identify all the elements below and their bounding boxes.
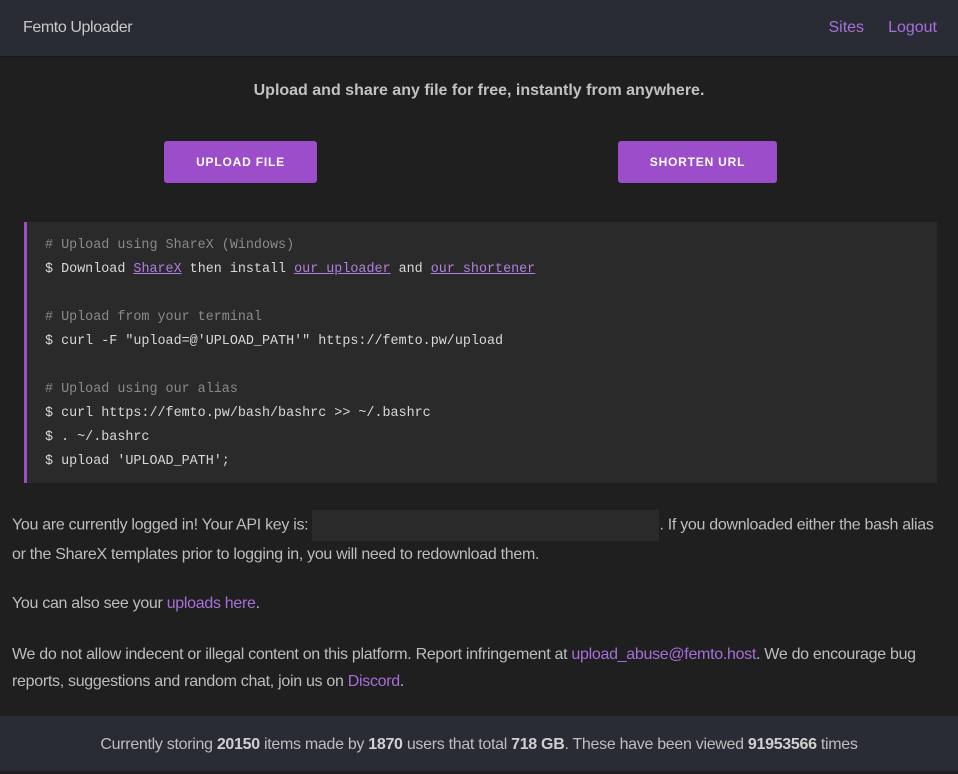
code-line: $ Download ShareX then install our uploa… <box>45 258 937 282</box>
text: You can also see your <box>12 595 167 612</box>
api-key-redacted <box>312 510 660 541</box>
sharex-link[interactable]: ShareX <box>133 262 181 277</box>
footer-stats: Currently storing 20150 items made by 18… <box>0 716 958 771</box>
navbar: Femto Uploader Sites Logout <box>0 0 958 57</box>
text: You are currently logged in! Your API ke… <box>12 516 313 534</box>
total-size: 718 GB <box>511 736 565 753</box>
text: . <box>399 673 405 690</box>
tagline: Upload and share any file for free, inst… <box>253 82 705 99</box>
text: . <box>255 595 260 612</box>
nav-link-sites[interactable]: Sites <box>828 19 864 36</box>
text: We do not allow indecent or illegal cont… <box>12 646 572 663</box>
code-text: then install <box>181 262 295 277</box>
code-text: $ Download <box>45 262 134 277</box>
uploads-info: You can also see your uploads here. <box>12 590 942 617</box>
code-line: $ upload 'UPLOAD_PATH'; <box>45 454 230 469</box>
text: items made by <box>259 736 369 753</box>
code-block: # Upload using ShareX (Windows) $ Downlo… <box>24 222 937 483</box>
code-line: $ . ~/.bashrc <box>45 430 150 445</box>
code-comment: # Upload using ShareX (Windows) <box>45 238 295 253</box>
uploads-link[interactable]: uploads here <box>167 595 256 612</box>
shorten-url-button[interactable]: SHORTEN URL <box>618 141 777 183</box>
abuse-email-link[interactable]: upload_abuse@femto.host <box>571 646 756 663</box>
shortener-link[interactable]: our shortener <box>431 262 535 277</box>
code-line: $ curl -F "upload=@'UPLOAD_PATH'" https:… <box>45 334 504 349</box>
code-line: $ curl https://femto.pw/bash/bashrc >> ~… <box>45 406 431 421</box>
upload-file-button[interactable]: UPLOAD FILE <box>164 141 317 183</box>
text: users that total <box>402 736 512 753</box>
users-count: 1870 <box>368 736 403 753</box>
discord-link[interactable]: Discord <box>348 673 400 690</box>
text: Currently storing <box>100 736 217 753</box>
views-count: 91953566 <box>747 736 817 753</box>
nav-link-logout[interactable]: Logout <box>888 19 937 36</box>
brand-title[interactable]: Femto Uploader <box>23 19 133 37</box>
text: . These have been viewed <box>564 736 748 753</box>
nav-links: Sites Logout <box>804 19 937 37</box>
login-info: You are currently logged in! Your API ke… <box>12 510 942 568</box>
code-comment: # Upload from your terminal <box>45 310 262 325</box>
abuse-info: We do not allow indecent or illegal cont… <box>12 641 942 695</box>
items-count: 20150 <box>216 736 260 753</box>
uploader-link[interactable]: our uploader <box>294 262 390 277</box>
code-text: and <box>390 262 431 277</box>
text: times <box>816 736 858 753</box>
code-comment: # Upload using our alias <box>45 382 238 397</box>
